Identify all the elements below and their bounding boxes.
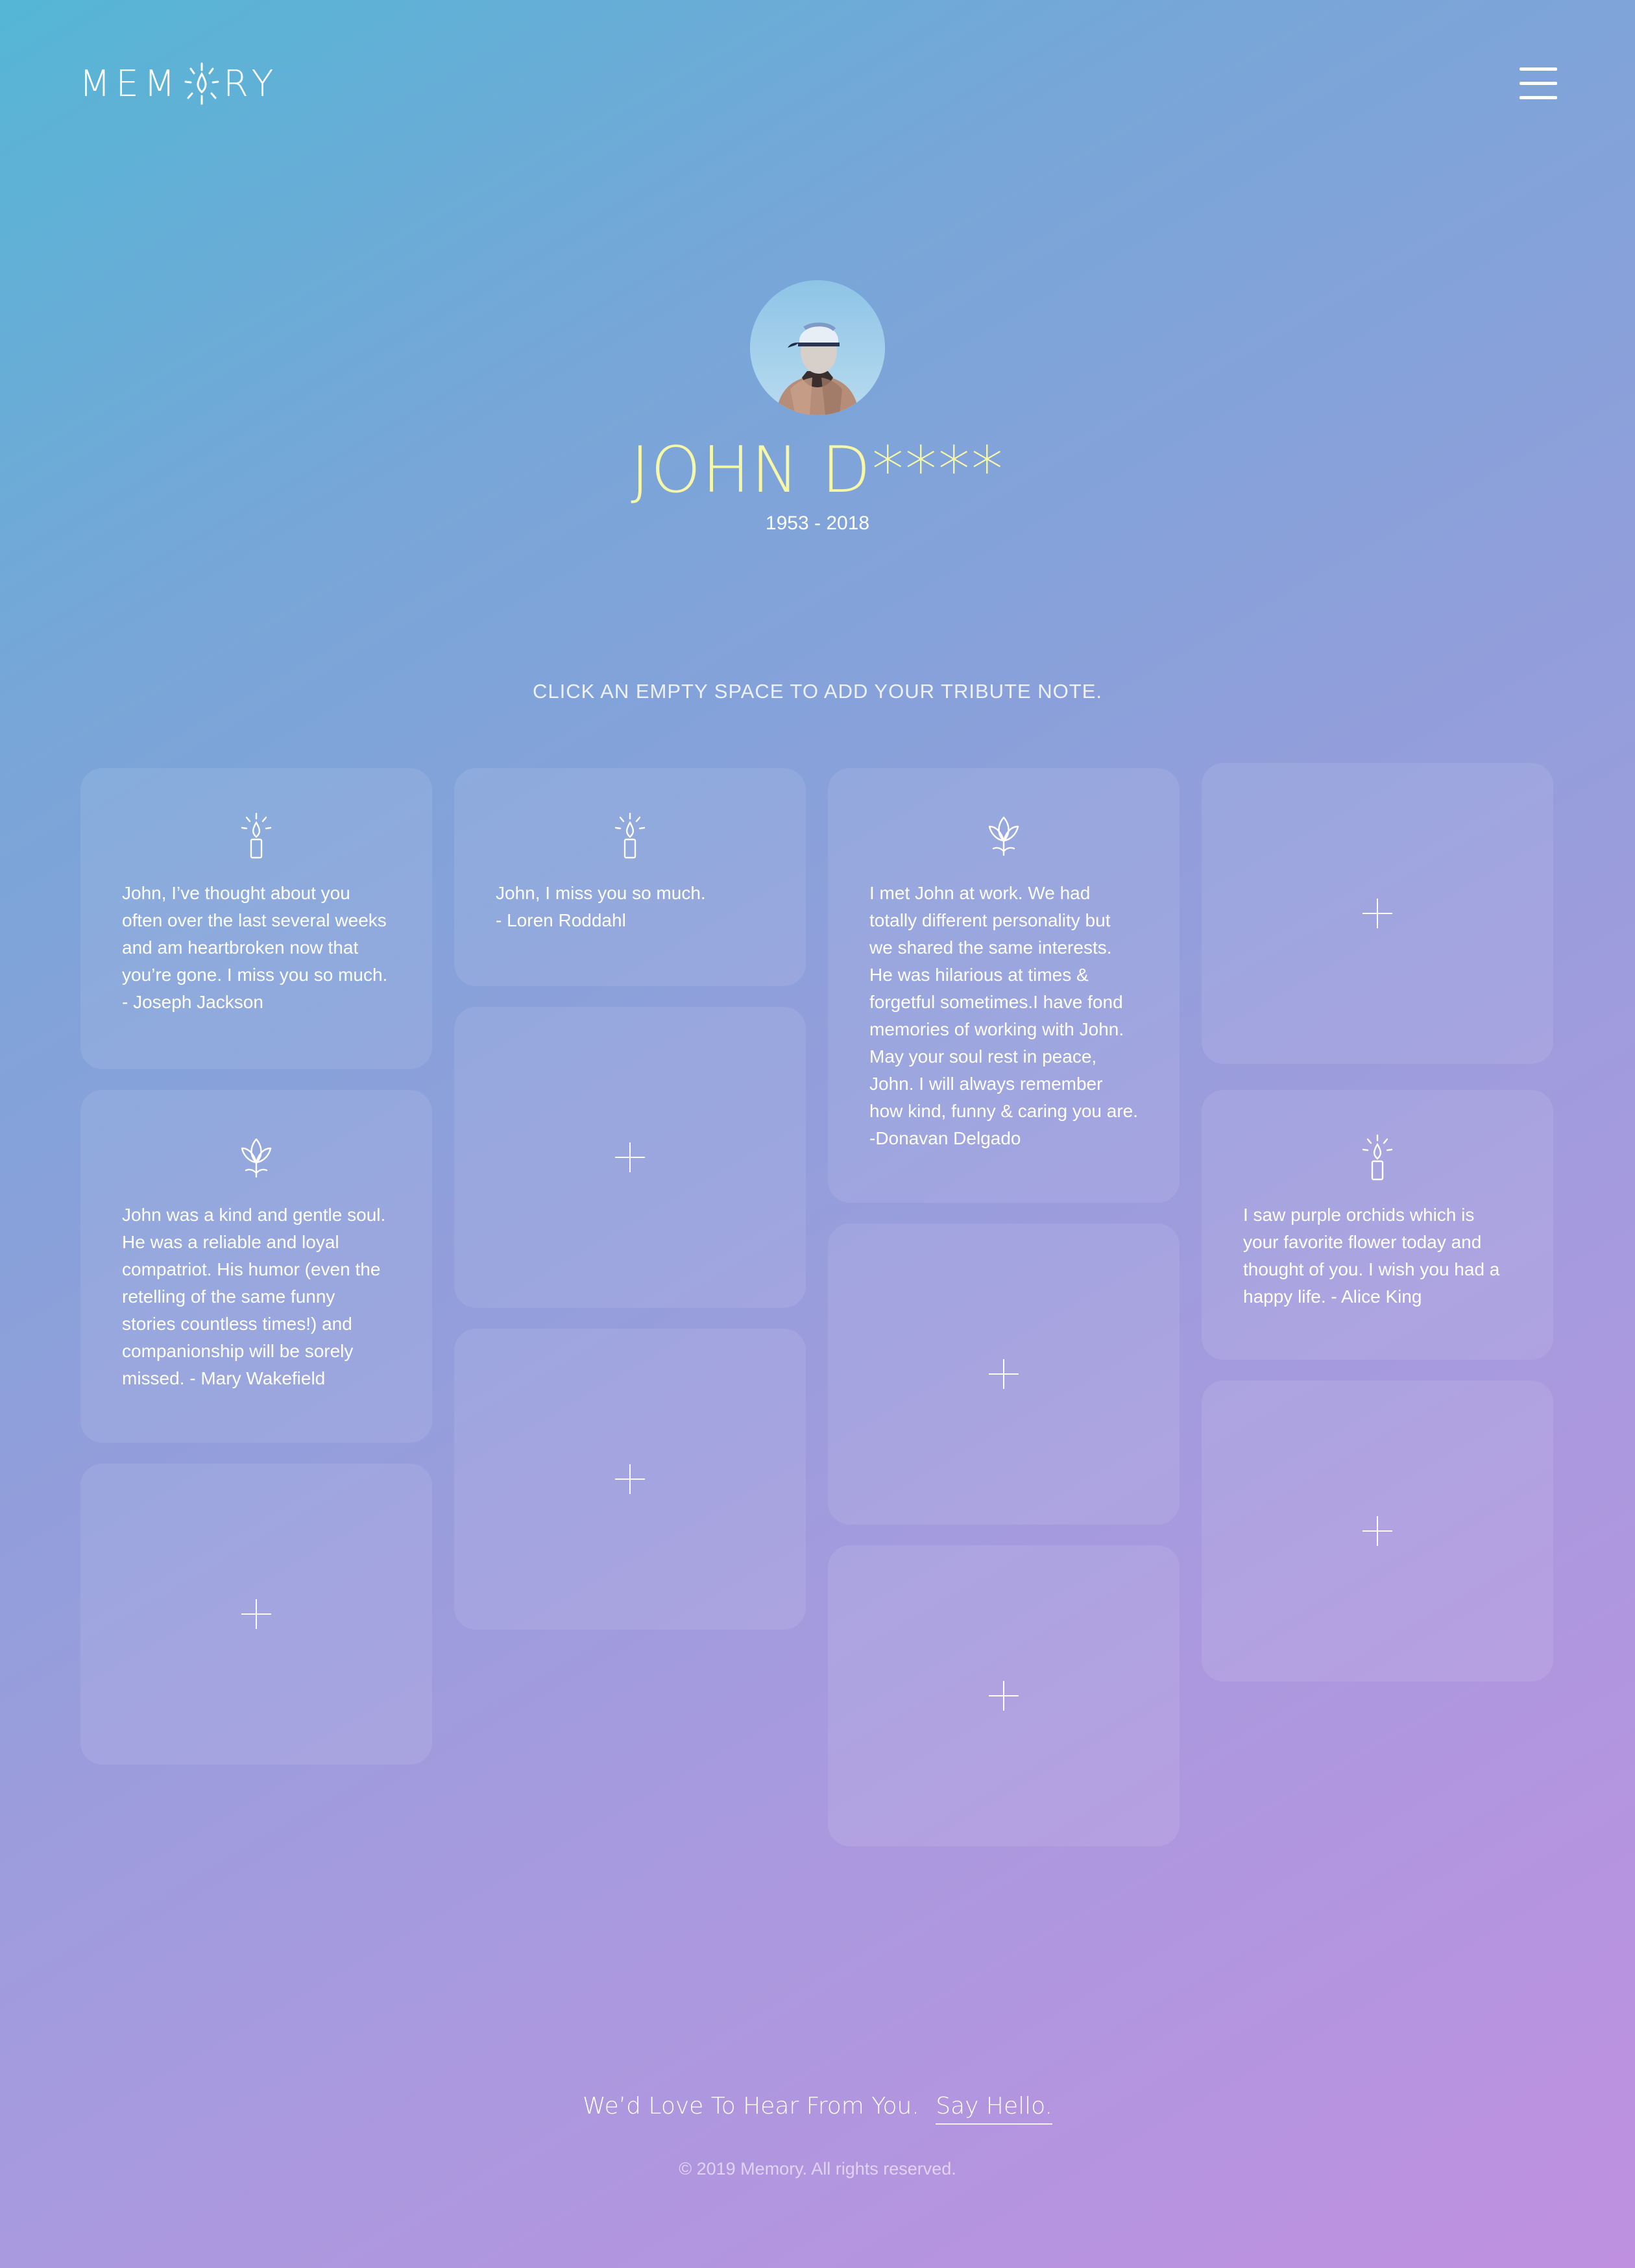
logo-text-right: RY [223,62,279,105]
plus-icon [615,1464,645,1494]
tribute-card[interactable]: John, I’ve thought about you often over … [80,768,432,1069]
avatar [750,280,885,415]
avatar-photo [750,280,885,415]
empty-tribute-slot[interactable] [828,1545,1180,1846]
lotus-icon [988,816,1019,856]
empty-tribute-slot[interactable] [828,1224,1180,1525]
lotus-icon [241,1138,272,1178]
plus-icon [615,1142,645,1172]
deceased-name: JOHN D**** [631,433,1004,507]
life-years: 1953 - 2018 [765,513,870,534]
candle-flame-logo-icon [184,62,219,105]
plus-icon [989,1681,1019,1711]
empty-tribute-slot[interactable] [1202,763,1553,1064]
say-hello-link[interactable]: Say Hello. [936,2093,1052,2125]
menu-bar [1520,67,1557,71]
tribute-text: John was a kind and gentle soul. He was … [122,1205,386,1388]
empty-tribute-slot[interactable] [454,1329,806,1630]
tribute-text: I met John at work. We had totally diffe… [869,883,1139,1148]
tribute-text: John, I miss you so much. - Loren Roddah… [496,883,706,930]
tribute-card[interactable]: John, I miss you so much. - Loren Roddah… [454,768,806,986]
candle-icon [241,812,272,859]
logo-text-left: MEM [79,62,181,105]
tribute-instructions: CLICK AN EMPTY SPACE TO ADD YOUR TRIBUTE… [532,680,1103,703]
empty-tribute-slot[interactable] [454,1007,806,1308]
menu-bar [1520,96,1557,99]
tribute-card[interactable]: I saw purple orchids which is your favor… [1202,1090,1553,1360]
memory-logo[interactable]: MEM RY [79,62,279,105]
plus-icon [989,1359,1019,1389]
empty-tribute-slot[interactable] [1202,1381,1553,1682]
candle-icon [614,812,646,859]
tribute-text: John, I’ve thought about you often over … [122,883,388,1012]
hamburger-menu-icon[interactable] [1520,67,1557,100]
empty-tribute-slot[interactable] [80,1464,432,1765]
copyright-text: © 2019 Memory. All rights reserved. [679,2159,956,2178]
plus-icon [1362,899,1392,928]
plus-icon [241,1599,271,1629]
candle-icon [1362,1134,1393,1181]
menu-bar [1520,82,1557,85]
tribute-card[interactable]: John was a kind and gentle soul. He was … [80,1090,432,1443]
footer-message: We’d Love To Hear From You. [583,2093,919,2119]
plus-icon [1362,1516,1392,1546]
footer-contact: We’d Love To Hear From You. Say Hello. [0,2093,1635,2125]
tribute-text: I saw purple orchids which is your favor… [1243,1205,1500,1307]
tribute-card[interactable]: I met John at work. We had totally diffe… [828,768,1180,1203]
